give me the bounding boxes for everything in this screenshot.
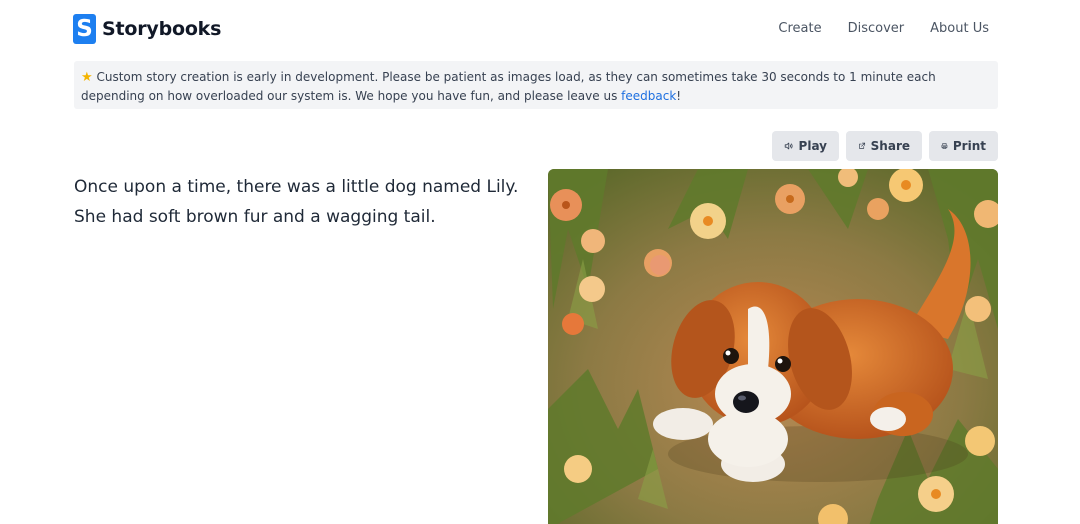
- puppy-illustration-image: [548, 169, 998, 524]
- main-nav: Create Discover About Us: [778, 21, 989, 36]
- story-text: Once upon a time, there was a little dog…: [74, 177, 519, 227]
- share-button[interactable]: Share: [846, 131, 922, 161]
- brand-name: Storybooks: [102, 18, 222, 40]
- play-button[interactable]: Play: [772, 131, 839, 161]
- story-actions: Play Share Print: [772, 131, 998, 161]
- site-header: S Storybooks Create Discover About Us: [0, 0, 1080, 58]
- printer-icon: [941, 143, 948, 149]
- nav-create[interactable]: Create: [778, 21, 821, 36]
- speaker-icon: [784, 142, 793, 150]
- development-notice: ★ Custom story creation is early in deve…: [74, 61, 998, 109]
- notice-text: Custom story creation is early in develo…: [81, 70, 936, 103]
- nav-discover[interactable]: Discover: [848, 21, 905, 36]
- storybooks-logo-icon: S: [73, 14, 96, 44]
- story-illustration: [548, 169, 998, 524]
- feedback-link[interactable]: feedback: [621, 89, 676, 103]
- play-label: Play: [798, 139, 827, 153]
- brand-logo[interactable]: S Storybooks: [73, 14, 221, 44]
- notice-suffix: !: [676, 89, 682, 103]
- star-icon: ★: [81, 70, 93, 85]
- print-button[interactable]: Print: [929, 131, 998, 161]
- share-label: Share: [870, 139, 910, 153]
- external-link-icon: [859, 142, 866, 149]
- nav-about-us[interactable]: About Us: [930, 21, 989, 36]
- print-label: Print: [952, 139, 986, 153]
